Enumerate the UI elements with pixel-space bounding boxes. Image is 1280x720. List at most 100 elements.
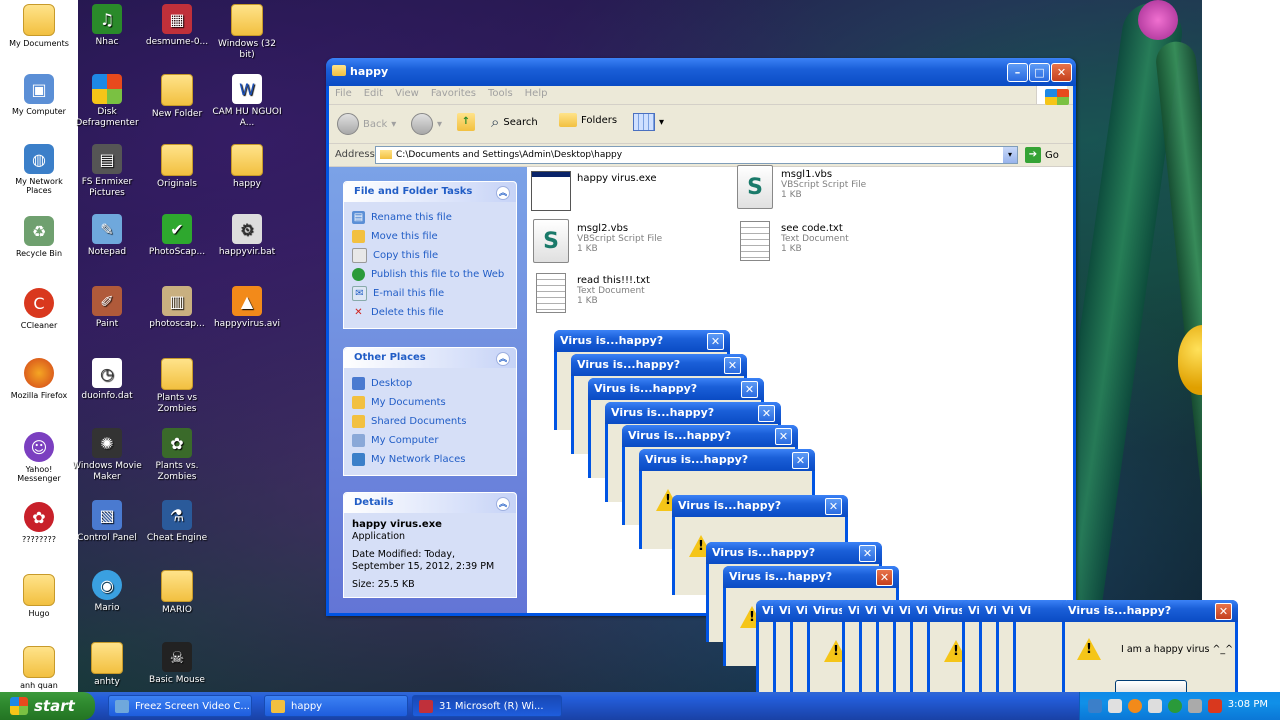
menu-edit[interactable]: Edit: [358, 86, 389, 101]
dialog-close-button[interactable]: ✕: [859, 545, 876, 562]
desktop-icon[interactable]: ▥ photoscap...: [142, 286, 212, 330]
task-move[interactable]: Move this file: [352, 227, 508, 246]
desktop-icon-my-documents[interactable]: My Documents: [4, 4, 74, 48]
collapse-icon[interactable]: ︽: [496, 186, 510, 200]
panel-header[interactable]: Other Places ︽: [344, 348, 516, 368]
desktop-icon[interactable]: MARIO: [142, 570, 212, 616]
desktop-icon[interactable]: W CAM HU NGUOI A...: [212, 74, 282, 129]
search-button[interactable]: ⌕ Search: [491, 113, 538, 131]
address-dropdown-button[interactable]: ▾: [1003, 147, 1017, 163]
dialog-close-button[interactable]: ✕: [707, 333, 724, 350]
menu-view[interactable]: View: [389, 86, 425, 101]
close-button[interactable]: ✕: [1051, 63, 1072, 82]
file-item[interactable]: happy virus.exe: [531, 171, 657, 211]
dialog-close-button[interactable]: ✕: [876, 569, 893, 586]
desktop-icon-recycle-bin[interactable]: ♻ Recycle Bin: [4, 216, 74, 258]
desktop-icon-my-network[interactable]: ◍ My Network Places: [4, 144, 74, 195]
desktop-icon[interactable]: Windows (32 bit): [212, 4, 282, 61]
desktop-icon[interactable]: New Folder: [142, 74, 212, 120]
file-item[interactable]: Smsgl2.vbs VBScript Script File 1 KB: [531, 219, 662, 263]
views-button[interactable]: ▾: [633, 113, 664, 131]
back-button[interactable]: Back ▾: [337, 113, 396, 135]
desktop-icon[interactable]: ◷ duoinfo.dat: [72, 358, 142, 402]
desktop-icon-hugo[interactable]: Hugo: [4, 574, 74, 618]
dialog-close-button[interactable]: ✕: [758, 405, 775, 422]
desktop-icon[interactable]: happy: [212, 144, 282, 190]
up-button[interactable]: ↑: [457, 113, 475, 131]
menu-tools[interactable]: Tools: [482, 86, 519, 101]
task-publish[interactable]: Publish this file to the Web: [352, 265, 508, 284]
panel-header[interactable]: File and Folder Tasks ︽: [344, 182, 516, 202]
task-delete[interactable]: ✕ Delete this file: [352, 303, 508, 322]
menu-help[interactable]: Help: [519, 86, 554, 101]
minimize-button[interactable]: –: [1007, 63, 1028, 82]
desktop-icon-my-computer[interactable]: ▣ My Computer: [4, 74, 74, 116]
desktop-icon[interactable]: ▲ happyvirus.avi: [212, 286, 282, 330]
go-button[interactable]: ➔ Go: [1025, 147, 1059, 163]
app-tray-icon[interactable]: [1208, 699, 1222, 713]
desktop-icon[interactable]: ▤ FS Enmixer Pictures: [72, 144, 142, 199]
place-network[interactable]: My Network Places: [352, 450, 508, 469]
security-icon[interactable]: [1168, 699, 1182, 713]
task-email[interactable]: ✉ E-mail this file: [352, 284, 508, 303]
network-tray-icon[interactable]: [1188, 699, 1202, 713]
taskbar-button[interactable]: happy: [264, 695, 408, 717]
task-rename[interactable]: ▤ Rename this file: [352, 208, 508, 227]
dialog-close-button[interactable]: ✕: [724, 357, 741, 374]
start-button[interactable]: start: [0, 692, 95, 720]
speaker-icon[interactable]: [1148, 699, 1162, 713]
desktop-icon[interactable]: ⚙ happyvir.bat: [212, 214, 282, 258]
desktop-icon[interactable]: ✎ Notepad: [72, 214, 142, 258]
desktop-icon[interactable]: ☠ Basic Mouse: [142, 642, 212, 686]
dialog-close-button[interactable]: ✕: [1215, 603, 1232, 620]
desktop-icon[interactable]: Disk Defragmenter: [72, 74, 142, 129]
desktop-icon[interactable]: ▦ desmume-0...: [142, 4, 212, 48]
menu-file[interactable]: File: [329, 86, 358, 101]
menu-favorites[interactable]: Favorites: [425, 86, 482, 101]
desktop-icon[interactable]: Originals: [142, 144, 212, 190]
place-my-documents[interactable]: My Documents: [352, 393, 508, 412]
window-titlebar[interactable]: happy – □ ✕: [326, 58, 1076, 86]
desktop-icon[interactable]: ⚗ Cheat Engine: [142, 500, 212, 544]
file-item[interactable]: see code.txt Text Document 1 KB: [735, 221, 849, 261]
virus-dialog-front[interactable]: Virus is...happy? ✕ ! I am a happy virus…: [1062, 600, 1238, 696]
dialog-close-button[interactable]: ✕: [775, 428, 792, 445]
notepad-tray-icon[interactable]: [1108, 699, 1122, 713]
dialog-close-button[interactable]: ✕: [792, 452, 809, 469]
desktop-icon-anh-quan[interactable]: anh quan: [4, 646, 74, 690]
desktop-icon[interactable]: ✐ Paint: [72, 286, 142, 330]
desktop-icon[interactable]: ◉ Mario: [72, 570, 142, 614]
file-item[interactable]: Smsgl1.vbs VBScript Script File 1 KB: [735, 165, 866, 209]
place-desktop[interactable]: Desktop: [352, 374, 508, 393]
bluetooth-icon[interactable]: [1088, 699, 1102, 713]
desktop-icon[interactable]: ✿ Plants vs. Zombies: [142, 428, 212, 483]
virus-dialog[interactable]: Vi: [1013, 600, 1066, 692]
panel-header[interactable]: Details ︽: [344, 493, 516, 513]
task-copy[interactable]: Copy this file: [352, 246, 508, 265]
desktop-icon[interactable]: anhty: [72, 642, 142, 688]
folders-button[interactable]: Folders: [559, 113, 617, 127]
desktop-icon[interactable]: ▧ Control Panel: [72, 500, 142, 544]
desktop-icon-app[interactable]: ✿????????: [4, 502, 74, 544]
address-input[interactable]: C:\Documents and Settings\Admin\Desktop\…: [375, 146, 1018, 164]
dialog-close-button[interactable]: ✕: [741, 381, 758, 398]
clock[interactable]: 3:08 PM: [1228, 699, 1268, 710]
file-item[interactable]: read this!!!.txt Text Document 1 KB: [531, 273, 650, 313]
desktop-icon-messenger[interactable]: ☺ Yahoo! Messenger: [4, 432, 74, 483]
taskbar-button[interactable]: Freez Screen Video C...: [108, 695, 252, 717]
taskbar-button[interactable]: 31 Microsoft (R) Wi...: [412, 695, 562, 717]
place-shared-documents[interactable]: Shared Documents: [352, 412, 508, 431]
desktop-icon[interactable]: ✔ PhotoScap...: [142, 214, 212, 258]
desktop-icon-ccleaner[interactable]: C CCleaner: [4, 288, 74, 330]
desktop-icon[interactable]: ♫ Nhac: [72, 4, 142, 48]
media-icon[interactable]: [1128, 699, 1142, 713]
desktop-icon[interactable]: ✺ Windows Movie Maker: [72, 428, 142, 483]
dialog-close-button[interactable]: ✕: [825, 498, 842, 515]
forward-button[interactable]: ▾: [411, 113, 442, 135]
collapse-icon[interactable]: ︽: [496, 497, 510, 511]
maximize-button[interactable]: □: [1029, 63, 1050, 82]
desktop-icon[interactable]: Plants vs Zombies: [142, 358, 212, 415]
place-my-computer[interactable]: My Computer: [352, 431, 508, 450]
collapse-icon[interactable]: ︽: [496, 352, 510, 366]
desktop-icon-firefox[interactable]: Mozilla Firefox: [4, 358, 74, 400]
